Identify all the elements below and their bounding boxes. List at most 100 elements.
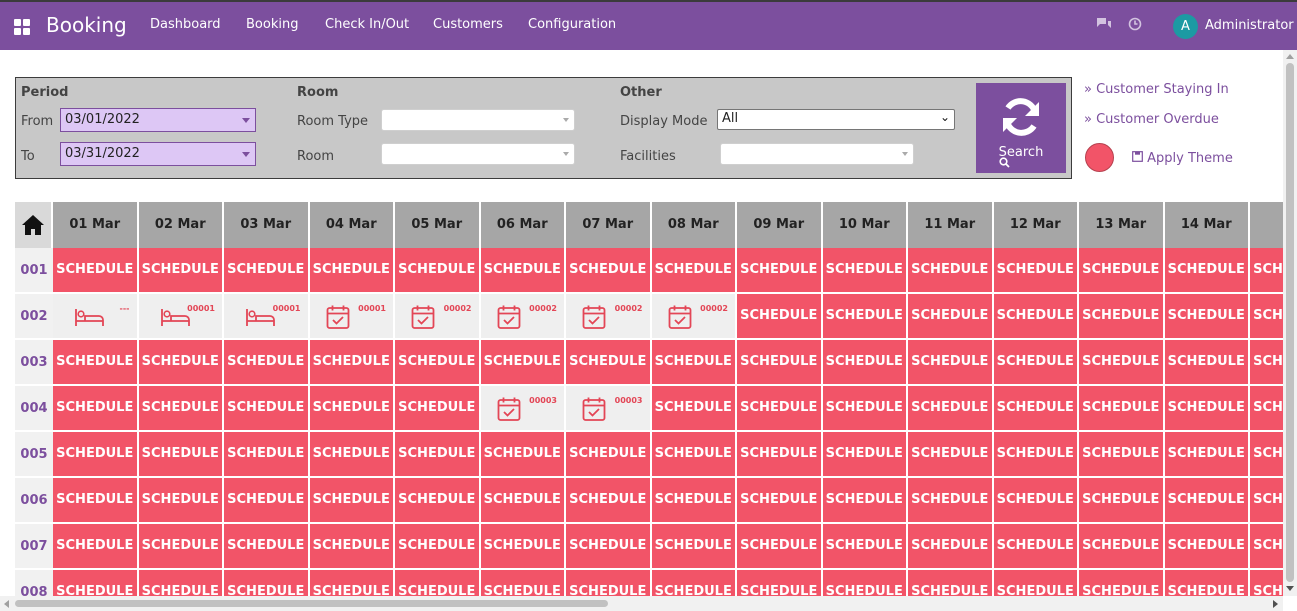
schedule-cell[interactable]: SCHEDULE [1079,432,1165,478]
schedule-cell[interactable]: SCHEDULE [908,432,994,478]
facilities-select[interactable] [720,143,914,165]
schedule-cell[interactable]: SCHEDULE [480,570,566,596]
schedule-cell[interactable]: SCHEDULE [395,478,481,524]
schedule-cell[interactable]: SCHEDULE [1164,248,1250,294]
schedule-cell[interactable]: SCHEDULE [224,386,310,432]
schedule-cell[interactable]: SCHEDULE [53,340,139,386]
schedule-cell[interactable]: SCHEDULE [908,524,994,570]
schedule-cell[interactable]: SCHEDULE [395,570,481,596]
schedule-cell[interactable]: SCHEDULE [993,524,1079,570]
schedule-cell[interactable]: SCHEDULE [737,340,823,386]
schedule-cell[interactable]: SCHEDULE [1164,294,1250,340]
room-type-select[interactable] [381,109,575,131]
schedule-cell[interactable]: SCHEDULE [309,478,395,524]
schedule-cell[interactable]: SCHEDULE [737,432,823,478]
booking-cell[interactable]: 00001 [138,294,224,340]
scroll-left-icon[interactable] [4,600,9,608]
schedule-cell[interactable]: SCHEDULE [1164,478,1250,524]
schedule-cell[interactable]: SCHEDULE [566,524,652,570]
schedule-cell[interactable]: SCHEDULE [224,340,310,386]
schedule-cell[interactable]: SCHEDULE [822,386,908,432]
home-cell[interactable] [15,202,53,248]
schedule-cell[interactable]: SCHEDULE [53,386,139,432]
schedule-cell[interactable]: SCHEDULE [138,248,224,294]
schedule-cell[interactable]: SCHEDULE [1164,524,1250,570]
schedule-cell[interactable]: SCHEDULE [1079,478,1165,524]
schedule-cell[interactable]: SCHEDULE [737,478,823,524]
schedule-cell[interactable]: SCHEDULE [309,432,395,478]
room-label[interactable]: 003 [15,340,53,386]
schedule-cell[interactable]: SCHEDULE [822,524,908,570]
schedule-cell[interactable]: SCHEDULE [737,248,823,294]
scroll-down-icon[interactable] [1286,586,1294,591]
chat-icon[interactable] [1096,17,1112,35]
menu-customers[interactable]: Customers [433,17,503,32]
schedule-cell[interactable]: SCHEDULE [480,248,566,294]
schedule-cell[interactable]: SCHEDULE [53,432,139,478]
schedule-cell[interactable]: SCHEDULE [224,570,310,596]
schedule-cell[interactable]: SCHEDULE [566,248,652,294]
schedule-cell[interactable]: SCHEDULE [737,386,823,432]
schedule-cell[interactable]: SCHEDULE [908,248,994,294]
schedule-cell[interactable]: SCHEDULE [53,478,139,524]
menu-dashboard[interactable]: Dashboard [150,17,221,32]
schedule-cell[interactable]: SCHEDULE [309,248,395,294]
from-date-input[interactable]: 03/01/2022 [60,108,256,132]
schedule-cell[interactable]: SCHEDULE [651,524,737,570]
apply-theme-link[interactable]: Apply Theme [1132,151,1233,166]
schedule-cell[interactable]: SCHEDULE [309,570,395,596]
display-mode-select[interactable]: All ⌄ [717,109,955,130]
booking-cell[interactable]: 00001 [224,294,310,340]
menu-check-in-out[interactable]: Check In/Out [325,17,409,32]
schedule-cell[interactable]: SCHEDULE [822,478,908,524]
schedule-cell[interactable]: SCHEDULE [1164,340,1250,386]
schedule-cell[interactable]: SCHEDULE [737,294,823,340]
room-label[interactable]: 008 [15,570,53,596]
schedule-cell[interactable]: SCHEDULE [480,524,566,570]
schedule-cell[interactable]: SCHEDULE [138,524,224,570]
room-label[interactable]: 002 [15,294,53,340]
schedule-cell[interactable]: SCHEDULE [1079,340,1165,386]
schedule-cell[interactable]: SCHEDULE [651,248,737,294]
schedule-cell[interactable]: SCHEDULE [908,570,994,596]
schedule-cell[interactable]: SCHEDULE [566,570,652,596]
schedule-cell[interactable]: SCHEDULE [993,478,1079,524]
schedule-cell[interactable]: SCHEDULE [651,432,737,478]
schedule-cell[interactable]: SCHEDULE [908,478,994,524]
schedule-cell[interactable]: SCHEDULE [822,340,908,386]
schedule-cell[interactable]: SCHEDULE [566,340,652,386]
schedule-cell[interactable]: SCHEDULE [1079,386,1165,432]
schedule-cell[interactable]: SCHEDULE [1079,570,1165,596]
room-label[interactable]: 006 [15,478,53,524]
schedule-cell[interactable]: SCHEDULE [53,248,139,294]
schedule-cell[interactable]: SCHEDULE [908,294,994,340]
to-date-input[interactable]: 03/31/2022 [60,142,256,166]
schedule-cell[interactable]: SCHEDULE [480,340,566,386]
vertical-scrollbar[interactable] [1283,50,1297,596]
schedule-cell[interactable]: SCHEDULE [993,386,1079,432]
schedule-cell[interactable]: SCHEDULE [993,570,1079,596]
schedule-cell[interactable]: SCHEDULE [993,340,1079,386]
schedule-cell[interactable]: SCHEDULE [309,340,395,386]
schedule-cell[interactable]: SCHEDULE [309,386,395,432]
schedule-cell[interactable]: SCHEDULE [1164,432,1250,478]
schedule-cell[interactable]: SCHEDULE [651,340,737,386]
schedule-cell[interactable]: SCHEDULE [1250,432,1283,478]
menu-booking[interactable]: Booking [246,17,298,32]
schedule-cell[interactable]: SCHEDULE [908,386,994,432]
schedule-cell[interactable]: SCHEDULE [822,570,908,596]
schedule-cell[interactable]: SCHEDULE [1250,294,1283,340]
schedule-cell[interactable]: SCHEDULE [395,524,481,570]
schedule-cell[interactable]: SCHEDULE [1250,570,1283,596]
schedule-cell[interactable]: SCHEDULE [480,478,566,524]
room-label[interactable]: 001 [15,248,53,294]
schedule-cell[interactable]: SCHEDULE [224,432,310,478]
schedule-cell[interactable]: SCHEDULE [566,478,652,524]
schedule-cell[interactable]: SCHEDULE [309,524,395,570]
avatar[interactable]: A [1173,14,1198,39]
horizontal-scroll-thumb[interactable] [15,600,608,607]
schedule-cell[interactable]: SCHEDULE [822,248,908,294]
schedule-cell[interactable]: SCHEDULE [1250,524,1283,570]
room-select[interactable] [381,143,575,165]
schedule-cell[interactable]: SCHEDULE [737,570,823,596]
